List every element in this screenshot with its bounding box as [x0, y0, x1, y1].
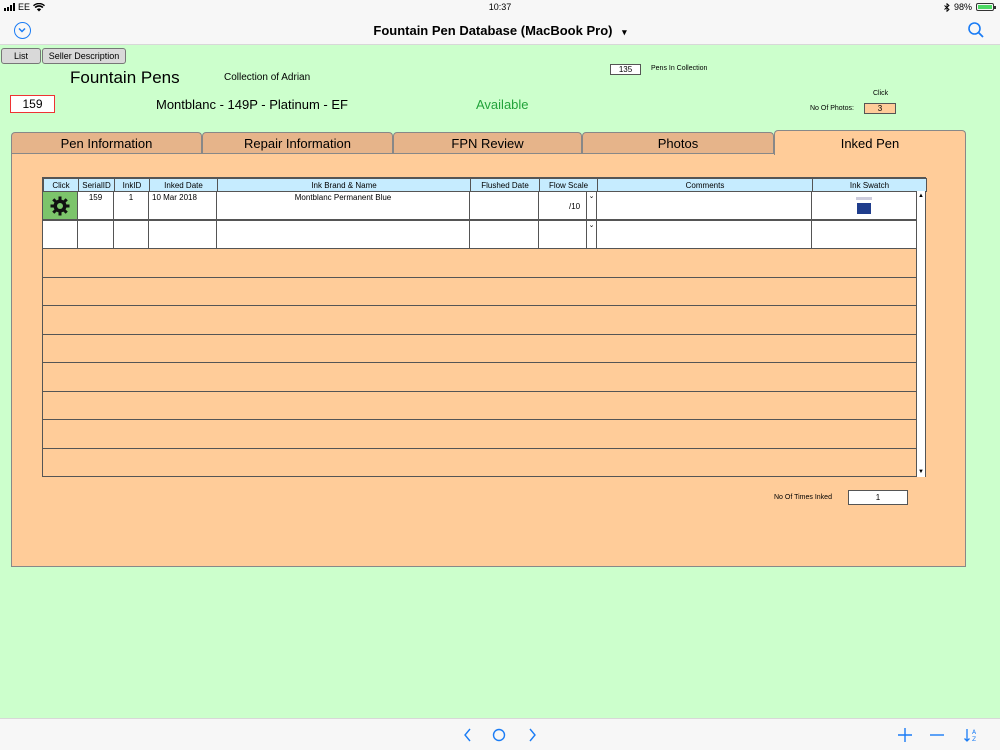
- header-flushed-date: Flushed Date: [470, 178, 540, 192]
- header-serialid: SerialID: [78, 178, 115, 192]
- tab-repair-information[interactable]: Repair Information: [202, 132, 393, 154]
- serialid-cell[interactable]: [78, 221, 114, 249]
- availability-status: Available: [476, 97, 529, 112]
- sort-icon[interactable]: AZ: [963, 727, 979, 743]
- scroll-up-icon[interactable]: ▲: [918, 193, 924, 199]
- header-click: Click: [43, 178, 79, 192]
- header-flow-scale: Flow Scale: [539, 178, 598, 192]
- battery-icon: [976, 3, 996, 11]
- times-inked-label: No Of Times Inked: [774, 494, 832, 501]
- ink-brand-cell[interactable]: Montblanc Permanent Blue: [217, 192, 470, 220]
- inked-date-cell[interactable]: 10 Mar 2018: [149, 192, 217, 220]
- tab-photos[interactable]: Photos: [582, 132, 774, 154]
- bottom-toolbar: AZ: [0, 718, 1000, 750]
- ink-brand-cell[interactable]: [217, 221, 470, 249]
- chevron-down-icon[interactable]: ⌄: [586, 192, 596, 220]
- status-bar: EE 10:37 98%: [0, 0, 1000, 14]
- dropdown-icon: ▾: [622, 27, 627, 37]
- battery-fill: [978, 5, 992, 9]
- inked-date-cell[interactable]: [149, 221, 217, 249]
- photos-count-field[interactable]: 3: [864, 103, 896, 114]
- click-cell[interactable]: [43, 192, 78, 220]
- bluetooth-icon: [944, 2, 950, 12]
- photos-click-label: Click: [873, 90, 889, 97]
- click-cell[interactable]: [43, 221, 78, 249]
- empty-row: [43, 306, 917, 335]
- chevron-left-icon[interactable]: [460, 727, 476, 743]
- empty-row: [43, 363, 917, 392]
- plus-icon[interactable]: [897, 727, 913, 743]
- gear-icon[interactable]: [49, 195, 71, 217]
- ink-swatch-cell[interactable]: [812, 221, 917, 249]
- ink-swatch-cell[interactable]: [812, 192, 917, 220]
- flow-scale-value: /10: [569, 202, 581, 211]
- empty-row: [43, 278, 917, 306]
- svg-text:A: A: [972, 729, 977, 736]
- flushed-date-cell[interactable]: [470, 221, 539, 249]
- times-inked-field[interactable]: 1: [848, 490, 908, 505]
- search-icon[interactable]: [967, 21, 985, 39]
- title-bar: Fountain Pen Database (MacBook Pro) ▾: [0, 14, 1000, 45]
- page-heading: Fountain Pens: [70, 68, 180, 87]
- comments-cell[interactable]: [597, 221, 812, 249]
- empty-row: [43, 249, 917, 278]
- clock: 10:37: [488, 2, 512, 12]
- tab-pen-information[interactable]: Pen Information: [11, 132, 202, 154]
- header-inkid: InkID: [114, 178, 150, 192]
- photos-count-label: No Of Photos:: [810, 105, 854, 112]
- svg-text:Z: Z: [972, 736, 976, 743]
- header-inked-date: Inked Date: [149, 178, 218, 192]
- serial-field[interactable]: 159: [10, 95, 55, 113]
- table-row: ⌄: [43, 221, 917, 249]
- tab-fpn-review[interactable]: FPN Review: [393, 132, 582, 154]
- pens-in-collection-label: Pens In Collection: [651, 65, 708, 72]
- status-right: 98%: [944, 2, 996, 12]
- seller-description-button[interactable]: Seller Description: [42, 48, 126, 64]
- portal-scrollbar[interactable]: ▲ ▼: [916, 191, 925, 477]
- inkid-cell[interactable]: 1: [114, 192, 149, 220]
- chevron-right-icon[interactable]: [524, 727, 540, 743]
- header-ink-brand: Ink Brand & Name: [217, 178, 471, 192]
- empty-row: [43, 392, 917, 420]
- circle-icon[interactable]: [491, 727, 507, 743]
- tab-inked-pen[interactable]: Inked Pen: [774, 130, 966, 155]
- empty-row: [43, 420, 917, 449]
- chevron-down-icon[interactable]: ⌄: [586, 221, 596, 249]
- header-comments: Comments: [597, 178, 813, 192]
- flow-scale-cell[interactable]: /10 ⌄: [539, 192, 597, 220]
- flushed-date-cell[interactable]: [470, 192, 539, 220]
- window-title-text: Fountain Pen Database (MacBook Pro): [373, 23, 613, 38]
- minus-icon[interactable]: [929, 727, 945, 743]
- pen-name: Montblanc - 149P - Platinum - EF: [156, 97, 348, 112]
- pens-count-field[interactable]: 135: [610, 64, 641, 75]
- serialid-cell[interactable]: 159: [78, 192, 114, 220]
- inked-pen-portal: Click SerialID InkID Inked Date Ink Bran…: [42, 177, 927, 477]
- header-ink-swatch: Ink Swatch: [812, 178, 927, 192]
- battery-percent: 98%: [953, 2, 972, 12]
- collection-label: Collection of Adrian: [224, 72, 311, 83]
- table-row: 159 1 10 Mar 2018 Montblanc Permanent Bl…: [43, 192, 917, 221]
- flow-scale-cell[interactable]: ⌄: [539, 221, 597, 249]
- inkid-cell[interactable]: [114, 221, 149, 249]
- list-button[interactable]: List: [1, 48, 41, 64]
- comments-cell[interactable]: [597, 192, 812, 220]
- scroll-down-icon[interactable]: ▼: [918, 469, 924, 475]
- empty-row: [43, 335, 917, 363]
- ink-swatch-image: [856, 197, 872, 217]
- window-title[interactable]: Fountain Pen Database (MacBook Pro) ▾: [0, 23, 1000, 38]
